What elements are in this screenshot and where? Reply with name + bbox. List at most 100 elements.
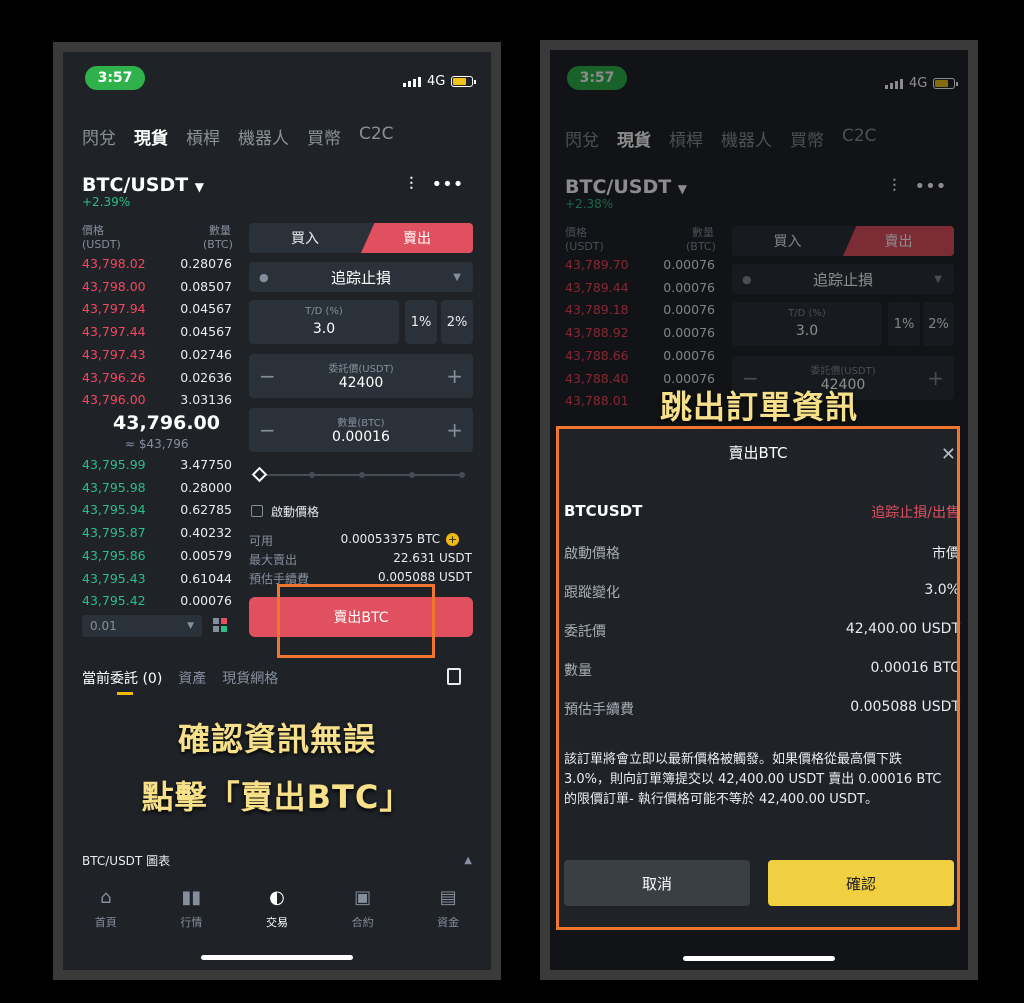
orderbook-price: 43,795.99 — [82, 457, 146, 472]
order-type-select[interactable]: ● 追踪止損 ▼ — [249, 262, 473, 292]
caption-confirm: 確認資訊無誤 — [177, 720, 376, 758]
activate-price-label: 啟動價格 — [271, 505, 320, 519]
orderbook-price: 43,795.86 — [82, 547, 146, 563]
qty-label: 數量(BTC) — [337, 418, 385, 429]
amount-slider[interactable] — [251, 466, 467, 483]
orderbook-qty: 0.00579 — [180, 547, 232, 563]
highlight-box — [277, 584, 435, 658]
orderbook-price: 43,795.42 — [82, 593, 146, 609]
nav-futures[interactable]: ▣ 合約 — [352, 887, 374, 930]
price-input[interactable]: − 委託價(USDT) 42400 + — [249, 354, 473, 398]
orderbook-row[interactable]: 43,795.98 0.28000 — [82, 480, 232, 495]
slider-handle[interactable] — [251, 466, 268, 483]
orderbook-row[interactable]: 43,795.42 0.00076 — [82, 593, 232, 608]
chevron-up-icon: ▲ — [464, 855, 472, 866]
orderbook-qty: 3.47750 — [180, 457, 232, 472]
nav-c2c[interactable]: C2C — [359, 124, 394, 149]
orderbook-price: 43,798.00 — [82, 278, 146, 294]
orderbook-row[interactable]: 43,795.86 0.00579 — [82, 548, 232, 563]
top-nav: 閃兌 現貨 槓桿 機器人 買幣 C2C — [82, 124, 394, 149]
orderbook-price: 43,796.26 — [82, 369, 146, 385]
orderbook-qty: 0.02746 — [180, 346, 232, 362]
orderbook-price: 43,795.94 — [82, 502, 146, 518]
max-sell-label: 最大賣出 — [249, 553, 298, 567]
orderbook-row[interactable]: 43,795.99 3.47750 — [82, 457, 232, 472]
orderbook-row[interactable]: 43,798.00 0.08507 — [82, 279, 232, 294]
tab-spot-grid[interactable]: 現貨網格 — [222, 668, 278, 688]
ob-qty-unit: (BTC) — [203, 238, 233, 251]
td-input[interactable]: T/D (%) 3.0 — [249, 300, 399, 344]
info-icon: ● — [259, 270, 269, 284]
orderbook-row[interactable]: 43,797.44 0.04567 — [82, 324, 232, 339]
more-icon[interactable]: ••• — [432, 174, 464, 195]
add-circle-icon[interactable]: + — [446, 533, 459, 546]
orderbook-qty: 0.04567 — [180, 324, 232, 340]
nav-wallet[interactable]: ▤ 資金 — [437, 887, 459, 930]
trade-icon: ◐ — [269, 887, 285, 908]
signal-icon — [403, 76, 421, 87]
orderbook-price: 43,798.02 — [82, 256, 146, 271]
nav-swap[interactable]: 閃兌 — [82, 124, 116, 149]
nav-markets[interactable]: ▮▮ 行情 — [180, 887, 202, 930]
orderbook-row[interactable]: 43,795.43 0.61044 — [82, 571, 232, 586]
status-time: 3:57 — [85, 66, 145, 90]
nav-trade[interactable]: ◐ 交易 — [266, 887, 288, 930]
orderbook-price: 43,797.94 — [82, 301, 146, 317]
chart-toggle[interactable]: BTC/USDT 圖表 ▲ — [82, 852, 472, 869]
orderbook-qty: 0.04567 — [180, 301, 232, 317]
orderbook-row[interactable]: 43,796.26 0.02636 — [82, 370, 232, 385]
orderbook-qty: 3.03136 — [180, 392, 232, 408]
orderbook-qty: 0.61044 — [180, 570, 232, 586]
nav-home[interactable]: ⌂ 首頁 — [95, 887, 117, 930]
mid-price-usd: ≈ $43,796 — [125, 437, 189, 451]
battery-icon — [451, 76, 477, 87]
caret-down-icon: ▼ — [194, 180, 205, 194]
nav-buy-crypto[interactable]: 買幣 — [307, 124, 341, 149]
caption-click-sell: 點擊「賣出BTC」 — [141, 778, 413, 816]
tab-underline — [117, 692, 133, 695]
home-indicator — [683, 956, 835, 961]
depth-value: 0.01 — [90, 619, 117, 633]
pct-2-button[interactable]: 2% — [441, 300, 473, 344]
nav-bot[interactable]: 機器人 — [238, 124, 289, 149]
sell-tab[interactable]: 賣出 — [361, 223, 473, 253]
qty-input[interactable]: − 數量(BTC) 0.00016 + — [249, 408, 473, 452]
candlestick-icon[interactable]: ⫶ — [409, 174, 414, 195]
order-tabs: 當前委託 (0) 資產 現貨網格 — [82, 668, 278, 688]
bottom-nav: ⌂ 首頁 ▮▮ 行情 ◐ 交易 ▣ 合約 ▤ 資金 — [63, 887, 491, 930]
orderbook-row[interactable]: 43,795.87 0.40232 — [82, 525, 232, 540]
pct-1-button[interactable]: 1% — [405, 300, 437, 344]
orderbook-row[interactable]: 43,798.02 0.28076 — [82, 256, 232, 271]
right-phone-screen: 3:57 4G 閃兌 現貨 槓桿 機器人 買幣 C2C BTC/USDT ▼ +… — [550, 50, 968, 970]
order-type-value: 追踪止損 — [330, 268, 391, 287]
orderbook-row[interactable]: 43,795.94 0.62785 — [82, 502, 232, 517]
orderbook-layout-icon[interactable] — [213, 618, 227, 632]
tab-assets[interactable]: 資產 — [178, 668, 206, 688]
orderbook-qty: 0.28076 — [180, 256, 232, 271]
bar-chart-icon: ▮▮ — [181, 887, 202, 908]
plus-icon[interactable]: + — [446, 364, 463, 388]
activate-price-checkbox[interactable] — [251, 505, 263, 517]
orderbook-row[interactable]: 43,797.94 0.04567 — [82, 301, 232, 316]
left-phone-screen: 3:57 4G 閃兌 現貨 槓桿 機器人 買幣 C2C BTC/USDT ▼ +… — [63, 52, 491, 970]
futures-icon: ▣ — [354, 887, 372, 908]
orderbook-price: 43,795.98 — [82, 479, 146, 495]
orderbook-row[interactable]: 43,797.43 0.02746 — [82, 347, 232, 362]
orderbook-row[interactable]: 43,796.00 3.03136 — [82, 392, 232, 407]
depth-selector[interactable]: 0.01 ▼ — [82, 615, 202, 637]
home-indicator — [201, 955, 353, 960]
pair-selector[interactable]: BTC/USDT ▼ — [82, 174, 204, 196]
nav-margin[interactable]: 槓桿 — [186, 124, 220, 149]
plus-icon[interactable]: + — [446, 418, 463, 442]
tab-open-orders[interactable]: 當前委託 (0) — [82, 668, 162, 688]
nav-spot[interactable]: 現貨 — [134, 124, 168, 149]
order-history-icon[interactable] — [447, 668, 461, 685]
orderbook-price: 43,797.43 — [82, 346, 146, 362]
buy-tab[interactable]: 買入 — [249, 223, 361, 253]
orderbook-price: 43,796.00 — [82, 392, 146, 408]
td-value: 3.0 — [312, 321, 336, 337]
td-label: T/D (%) — [305, 306, 343, 317]
orderbook-qty: 0.08507 — [180, 278, 232, 294]
orderbook-qty: 0.02636 — [180, 369, 232, 385]
orderbook-qty: 0.00076 — [180, 593, 232, 609]
